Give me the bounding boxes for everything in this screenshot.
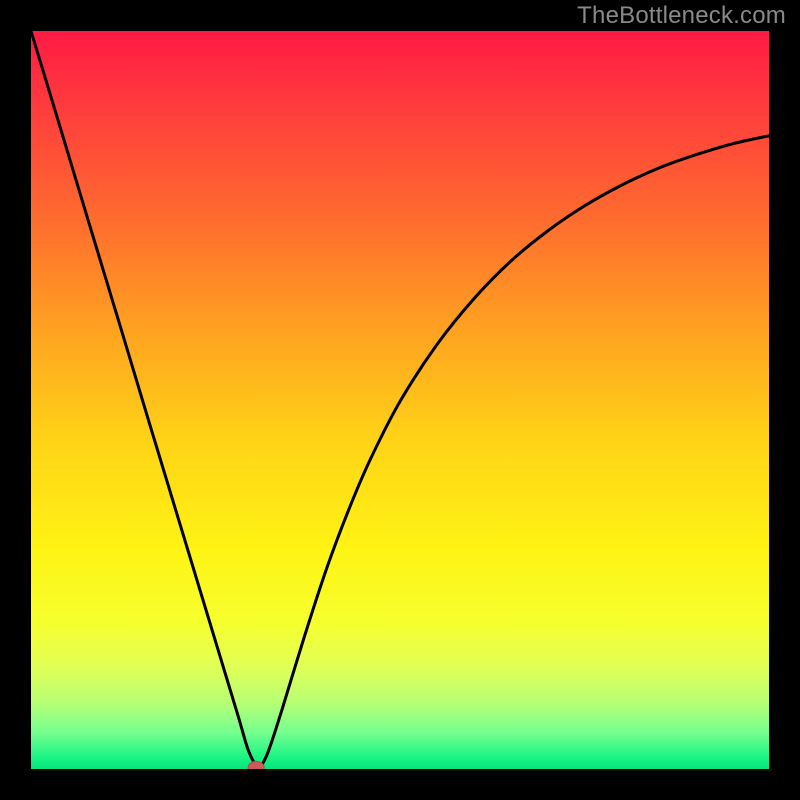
bottleneck-chart <box>31 31 769 769</box>
watermark-text: TheBottleneck.com <box>577 2 786 30</box>
